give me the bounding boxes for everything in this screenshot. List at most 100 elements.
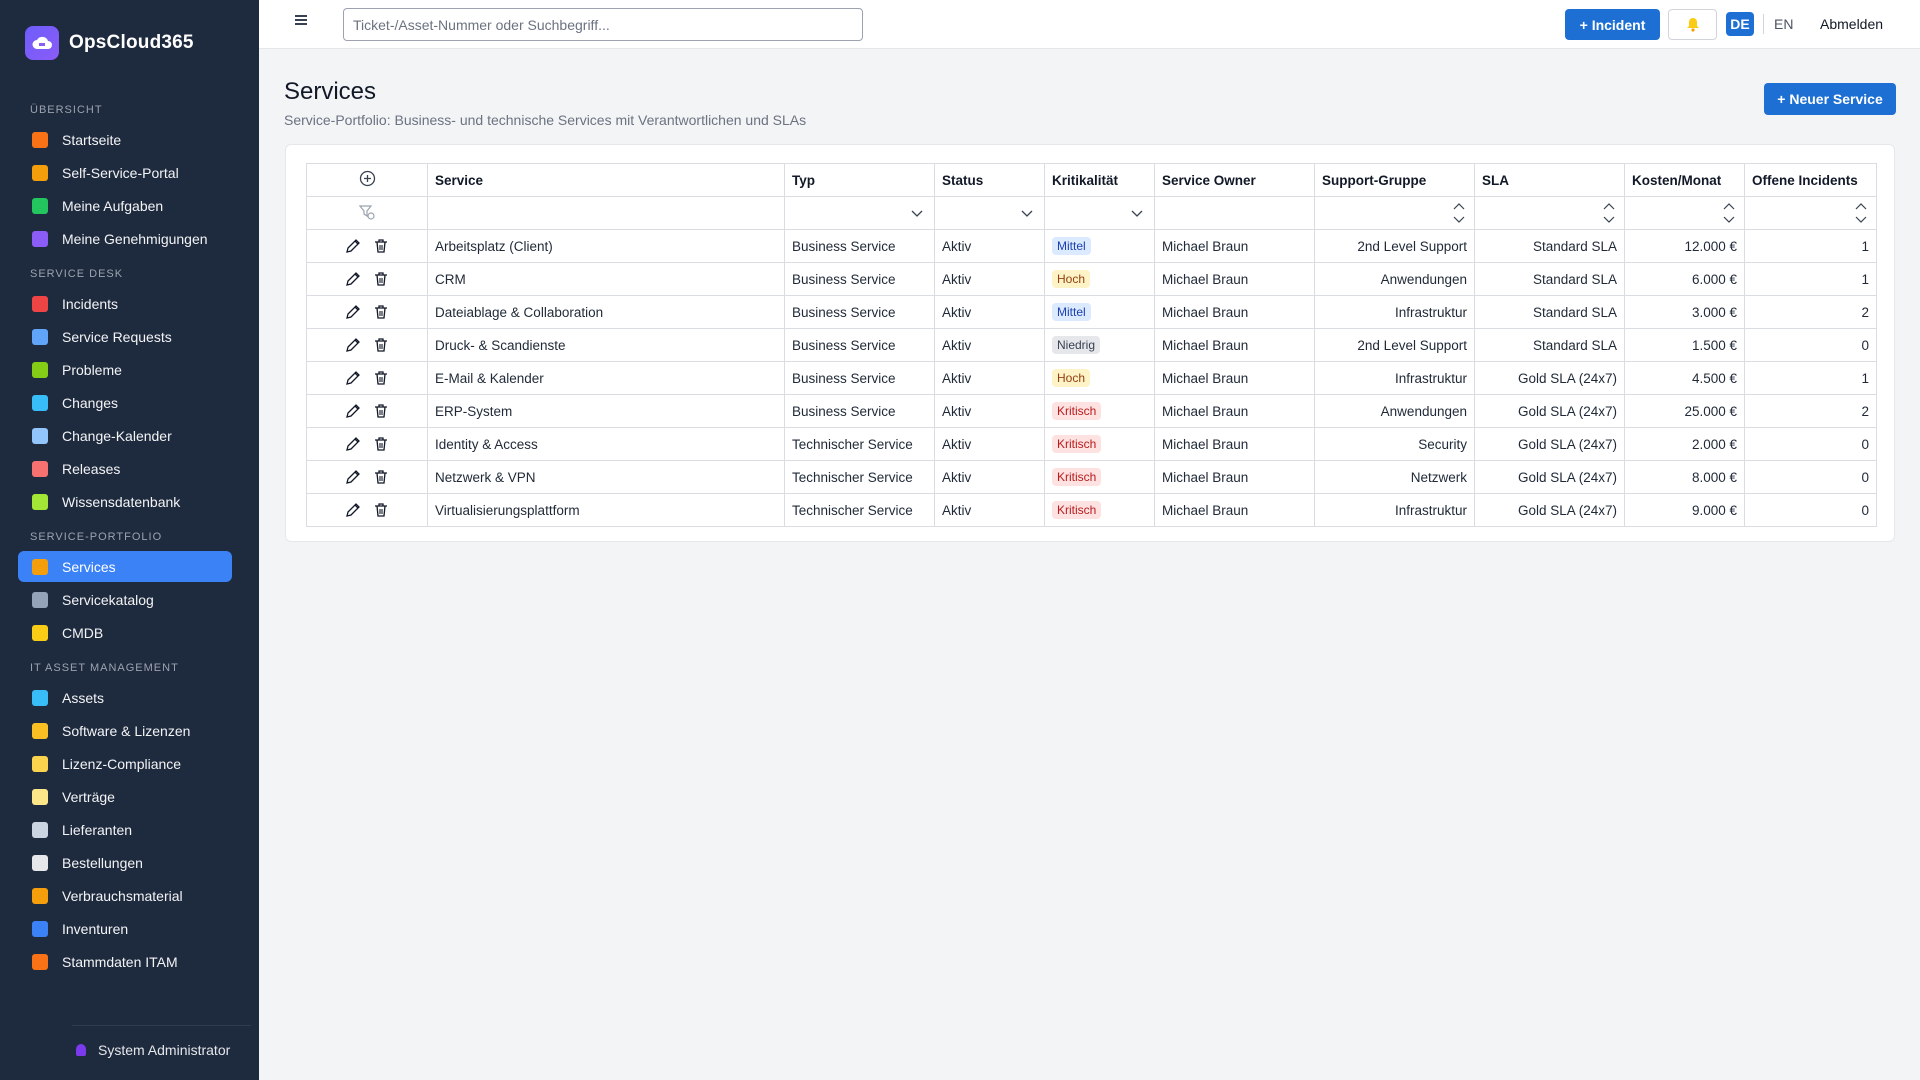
filter-status[interactable] [934, 196, 1045, 230]
sidebar-item-wissensdatenbank[interactable]: Wissensdatenbank [18, 486, 232, 517]
sidebar-item-verträge[interactable]: Verträge [18, 781, 232, 812]
bricks-icon [32, 953, 48, 970]
column-header[interactable]: Offene Incidents [1744, 163, 1877, 197]
column-header[interactable]: SLA [1474, 163, 1625, 197]
edit-icon[interactable] [345, 436, 361, 452]
trash-icon[interactable] [373, 337, 389, 353]
column-header[interactable]: Kosten/Monat [1624, 163, 1745, 197]
language-en-button[interactable]: EN [1774, 16, 1793, 32]
cell-typ: Business Service [784, 295, 935, 329]
table-row[interactable]: CRM Business Service Aktiv Hoch Michael Brau… [306, 262, 1877, 296]
cell-incidents: 2 [1744, 295, 1877, 329]
cloud-logo-icon [25, 26, 59, 60]
filter-kosten[interactable] [1624, 196, 1745, 230]
sidebar-item-startseite[interactable]: Startseite [18, 124, 232, 155]
sidebar-item-label: Bestellungen [62, 854, 143, 871]
sidebar-item-self-service-portal[interactable]: Self-Service-Portal [18, 157, 232, 188]
trash-icon[interactable] [373, 403, 389, 419]
cell-status: Aktiv [934, 229, 1045, 263]
sidebar-item-change-kalender[interactable]: Change-Kalender [18, 420, 232, 451]
sidebar-item-services[interactable]: Services [18, 551, 232, 582]
edit-icon[interactable] [345, 271, 361, 287]
cell-krit: Mittel [1044, 295, 1155, 329]
criticality-badge: Niedrig [1052, 336, 1101, 354]
trash-icon[interactable] [373, 304, 389, 320]
filter-incidents[interactable] [1744, 196, 1877, 230]
table-row[interactable]: Dateiablage & Collaboration Business Serv… [306, 295, 1877, 329]
edit-icon[interactable] [345, 502, 361, 518]
user-menu[interactable]: System Administrator [72, 1025, 251, 1058]
trash-icon[interactable] [373, 271, 389, 287]
trash-icon[interactable] [373, 502, 389, 518]
edit-icon[interactable] [345, 304, 361, 320]
edit-icon[interactable] [345, 469, 361, 485]
new-service-button[interactable]: + Neuer Service [1764, 83, 1896, 115]
notifications-button[interactable] [1668, 9, 1717, 40]
table-row[interactable]: E-Mail & Kalender Business Service Aktiv Ho… [306, 361, 1877, 395]
sidebar-item-meine-genehmigungen[interactable]: Meine Genehmigungen [18, 223, 232, 254]
cell-service: Identity & Access [427, 427, 785, 461]
table-row[interactable]: Identity & Access Technischer Service Akti… [306, 427, 1877, 461]
sidebar-item-probleme[interactable]: Probleme [18, 354, 232, 385]
table-row[interactable]: Netzwerk & VPN Technischer Service Aktiv Kr… [306, 460, 1877, 494]
sidebar-item-lizenz-compliance[interactable]: Lizenz-Compliance [18, 748, 232, 779]
sidebar-item-incidents[interactable]: Incidents [18, 288, 232, 319]
sidebar-item-servicekatalog[interactable]: Servicekatalog [18, 584, 232, 615]
filter-kritikalitaet[interactable] [1044, 196, 1155, 230]
filter-typ[interactable] [784, 196, 935, 230]
cell-kosten: 9.000 € [1624, 493, 1745, 527]
filter-service[interactable] [427, 196, 785, 230]
cell-krit: Hoch [1044, 361, 1155, 395]
column-header[interactable]: Kritikalität [1044, 163, 1155, 197]
sidebar-item-cmdb[interactable]: CMDB [18, 617, 232, 648]
sidebar-item-inventuren[interactable]: Inventuren [18, 913, 232, 944]
trash-icon[interactable] [373, 370, 389, 386]
sidebar-item-assets[interactable]: Assets [18, 682, 232, 713]
new-incident-button[interactable]: + Incident [1565, 9, 1660, 40]
table-row[interactable]: Virtualisierungsplattform Technischer Ser… [306, 493, 1877, 527]
edit-icon[interactable] [345, 337, 361, 353]
sidebar-item-bestellungen[interactable]: Bestellungen [18, 847, 232, 878]
sidebar-item-lieferanten[interactable]: Lieferanten [18, 814, 232, 845]
table-row[interactable]: Druck- & Scandienste Business Service Akti… [306, 328, 1877, 362]
brand[interactable]: OpsCloud365 [0, 0, 259, 86]
trash-icon[interactable] [373, 469, 389, 485]
column-header[interactable]: Service [427, 163, 785, 197]
sidebar-item-service-requests[interactable]: Service Requests [18, 321, 232, 352]
column-header[interactable]: Typ [784, 163, 935, 197]
sidebar-item-software-lizenzen[interactable]: Software & Lizenzen [18, 715, 232, 746]
cell-kosten: 25.000 € [1624, 394, 1745, 428]
trash-icon[interactable] [373, 436, 389, 452]
row-actions [306, 427, 428, 461]
column-header[interactable]: Support-Gruppe [1314, 163, 1475, 197]
sidebar-item-label: Releases [62, 460, 121, 477]
sidebar-item-meine-aufgaben[interactable]: Meine Aufgaben [18, 190, 232, 221]
logout-link[interactable]: Abmelden [1820, 16, 1883, 32]
edit-icon[interactable] [345, 403, 361, 419]
column-header[interactable]: Service Owner [1154, 163, 1315, 197]
cell-kosten: 6.000 € [1624, 262, 1745, 296]
folder-icon [32, 624, 48, 641]
table-filter-row [306, 196, 1877, 230]
language-de-button[interactable]: DE [1726, 12, 1754, 36]
menu-toggle-icon[interactable] [295, 15, 307, 25]
filter-clear-icon[interactable] [358, 204, 375, 220]
sidebar-item-changes[interactable]: Changes [18, 387, 232, 418]
sidebar-item-verbrauchsmaterial[interactable]: Verbrauchsmaterial [18, 880, 232, 911]
edit-icon[interactable] [345, 370, 361, 386]
table-row[interactable]: Arbeitsplatz (Client) Business Service Akt… [306, 229, 1877, 263]
filter-owner[interactable] [1154, 196, 1315, 230]
filter-support-group[interactable] [1314, 196, 1475, 230]
column-header[interactable]: Status [934, 163, 1045, 197]
sidebar-item-label: Probleme [62, 361, 122, 378]
edit-icon[interactable] [345, 238, 361, 254]
filter-sla[interactable] [1474, 196, 1625, 230]
sidebar-item-stammdaten-itam[interactable]: Stammdaten ITAM [18, 946, 232, 977]
table-row[interactable]: ERP-System Business Service Aktiv Kritisch M… [306, 394, 1877, 428]
add-circle-icon[interactable] [359, 170, 376, 187]
sidebar-item-releases[interactable]: Releases [18, 453, 232, 484]
search-input[interactable] [343, 8, 863, 41]
sidebar-nav: ÜBERSICHT Startseite Self-Service-Portal Me… [0, 104, 259, 977]
sidebar-item-label: Lizenz-Compliance [62, 755, 182, 772]
trash-icon[interactable] [373, 238, 389, 254]
